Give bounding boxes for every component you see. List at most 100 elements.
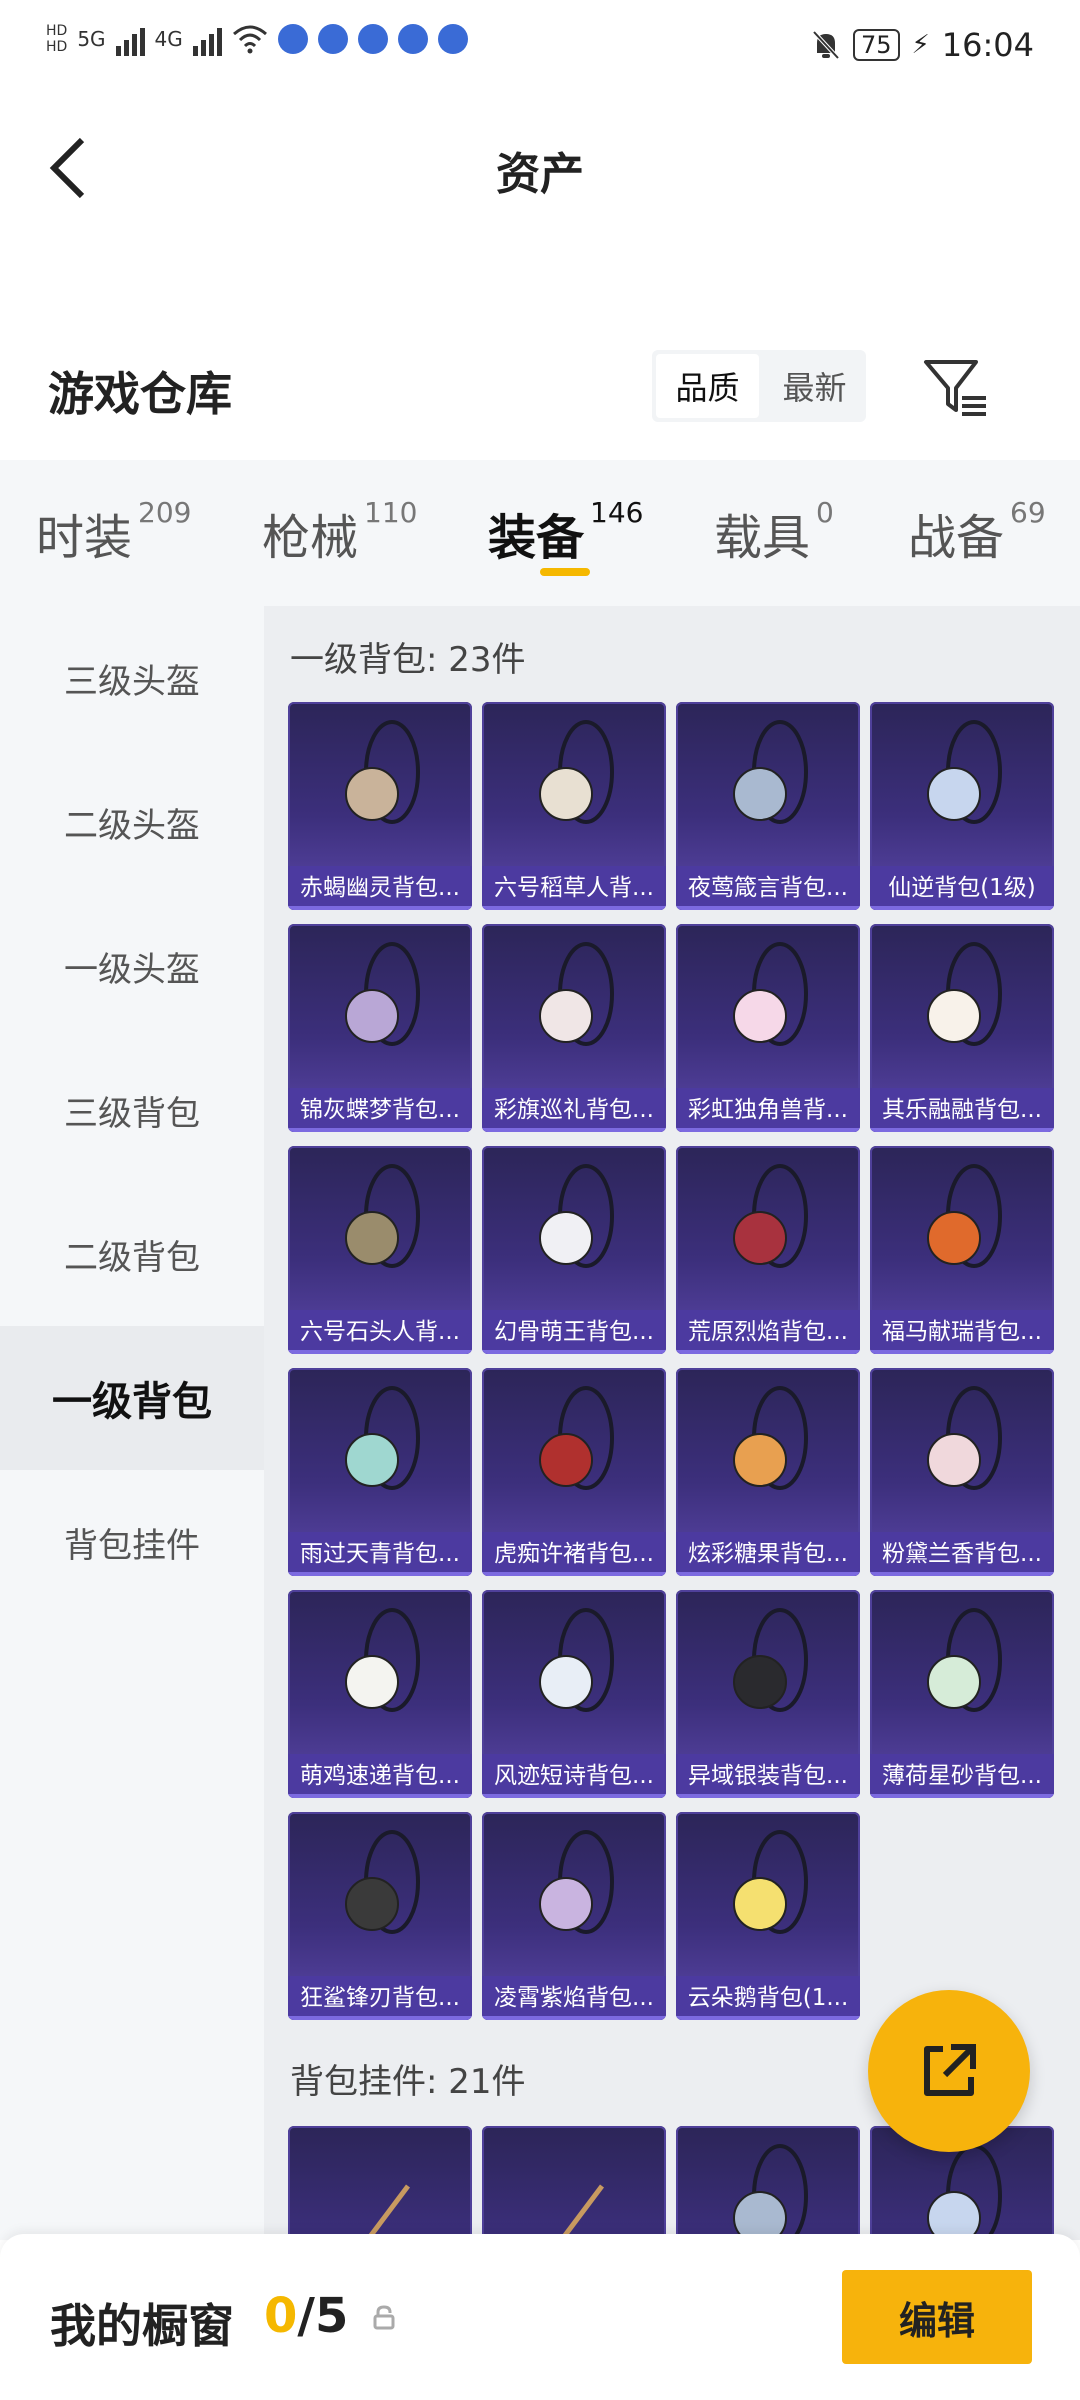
rarity-bar — [288, 906, 472, 910]
item-card[interactable]: 薄荷星砂背包... — [870, 1590, 1054, 1798]
sort-quality[interactable]: 品质 — [656, 354, 759, 418]
item-name: 六号石头人背... — [288, 1310, 472, 1354]
tab-supplies[interactable]: 战备 69 — [908, 496, 1046, 568]
backpack-icon — [539, 1386, 614, 1490]
edit-button[interactable]: 编辑 — [842, 2270, 1032, 2364]
rarity-bar — [482, 906, 666, 910]
rarity-bar — [676, 906, 860, 910]
item-card[interactable]: 雨过天青背包... — [288, 1368, 472, 1576]
item-card[interactable]: 其乐融融背包... — [870, 924, 1054, 1132]
item-card[interactable] — [676, 2126, 860, 2240]
app-notification-icon — [357, 24, 388, 54]
network-4g: 4G — [154, 27, 183, 51]
item-name: 锦灰蝶梦背包... — [288, 1088, 472, 1132]
rarity-bar — [482, 1128, 666, 1132]
tab-vehicles[interactable]: 载具 0 — [714, 496, 834, 568]
backpack-icon — [345, 1164, 420, 1268]
item-card[interactable]: 萌鸡速递背包... — [288, 1590, 472, 1798]
sidebar-item-lvl2-helmet[interactable]: 二级头盔 — [0, 750, 264, 894]
item-card[interactable]: 荒原烈焰背包... — [676, 1146, 860, 1354]
rarity-bar — [288, 1572, 472, 1576]
item-name: 荒原烈焰背包... — [676, 1310, 860, 1354]
item-card[interactable]: 六号稻草人背... — [482, 702, 666, 910]
backpack-icon — [539, 942, 614, 1046]
active-tab-indicator — [540, 568, 590, 576]
item-card[interactable]: 六号石头人背... — [288, 1146, 472, 1354]
sidebar-item-lvl3-backpack[interactable]: 三级背包 — [0, 1038, 264, 1182]
item-card[interactable]: 异域银装背包... — [676, 1590, 860, 1798]
backpack-icon — [345, 1608, 420, 1712]
tab-fashion[interactable]: 时装 209 — [36, 496, 191, 568]
section-title: 背包挂件: 21件 — [290, 2062, 526, 2102]
rarity-bar — [676, 1350, 860, 1354]
item-name: 薄荷星砂背包... — [870, 1754, 1054, 1798]
rarity-bar — [870, 1572, 1054, 1576]
backpack-icon — [733, 1386, 808, 1490]
item-name: 狂鲨锋刃背包... — [288, 1976, 472, 2020]
item-name: 萌鸡速递背包... — [288, 1754, 472, 1798]
item-card[interactable]: 凌霄紫焰背包... — [482, 1812, 666, 2020]
item-card[interactable]: 狂鲨锋刃背包... — [288, 1812, 472, 2020]
item-card[interactable]: 虎痴许褚背包... — [482, 1368, 666, 1576]
rarity-bar — [676, 1794, 860, 1798]
item-card[interactable]: 幻骨萌王背包... — [482, 1146, 666, 1354]
backpack-icon — [733, 942, 808, 1046]
share-button[interactable] — [868, 1990, 1030, 2152]
sidebar-item-lvl3-helmet[interactable]: 三级头盔 — [0, 606, 264, 750]
item-name: 夜莺箴言背包... — [676, 866, 860, 910]
backpack-icon — [364, 2184, 410, 2240]
filter-icon[interactable] — [920, 356, 992, 420]
item-card[interactable]: 云朵鹅背包(1... — [676, 1812, 860, 2020]
sort-toggle: 品质 最新 — [652, 350, 866, 422]
item-name: 粉黛兰香背包... — [870, 1532, 1054, 1576]
item-card[interactable]: 福马献瑞背包... — [870, 1146, 1054, 1354]
sidebar-item-lvl1-backpack[interactable]: 一级背包 — [0, 1326, 264, 1470]
sidebar-item-lvl2-backpack[interactable]: 二级背包 — [0, 1182, 264, 1326]
rarity-bar — [288, 1350, 472, 1354]
item-card[interactable]: 彩虹独角兽背... — [676, 924, 860, 1132]
tab-equipment[interactable]: 装备 146 — [488, 496, 643, 568]
category-tabs: 时装 209 枪械 110 装备 146 载具 0 战备 69 — [0, 460, 1080, 606]
item-name: 赤蝎幽灵背包... — [288, 866, 472, 910]
app-notification-icon — [317, 24, 348, 54]
item-card[interactable]: 锦灰蝶梦背包... — [288, 924, 472, 1132]
backpack-icon — [345, 1386, 420, 1490]
item-card[interactable]: 赤蝎幽灵背包... — [288, 702, 472, 910]
item-name: 凌霄紫焰背包... — [482, 1976, 666, 2020]
item-card[interactable]: 风迹短诗背包... — [482, 1590, 666, 1798]
item-card[interactable]: 炫彩糖果背包... — [676, 1368, 860, 1576]
item-card[interactable]: 仙逆背包(1级) — [870, 702, 1054, 910]
sidebar-item-backpack-charm[interactable]: 背包挂件 — [0, 1470, 264, 1614]
item-name: 异域银装背包... — [676, 1754, 860, 1798]
backpack-icon — [539, 1830, 614, 1934]
showcase-bar: 我的橱窗 0/5 编辑 — [0, 2234, 1080, 2400]
status-left: HD HD 5G 4G — [46, 22, 468, 56]
item-card[interactable] — [288, 2126, 472, 2240]
charging-icon: ⚡ — [911, 30, 930, 60]
item-name: 彩旗巡礼背包... — [482, 1088, 666, 1132]
backpack-icon — [345, 942, 420, 1046]
lock-icon — [373, 2305, 395, 2330]
backpack-icon — [733, 720, 808, 824]
rarity-bar — [288, 1794, 472, 1798]
backpack-icon — [927, 720, 1002, 824]
backpack-icon — [733, 2144, 808, 2240]
network-5g: 5G — [77, 27, 106, 51]
item-card[interactable]: 彩旗巡礼背包... — [482, 924, 666, 1132]
rarity-bar — [870, 1794, 1054, 1798]
tab-guns[interactable]: 枪械 110 — [262, 496, 417, 568]
backpack-icon — [539, 720, 614, 824]
sidebar-item-lvl1-helmet[interactable]: 一级头盔 — [0, 894, 264, 1038]
battery-indicator: 75 — [852, 29, 900, 61]
signal-icon — [115, 22, 145, 56]
item-card[interactable]: 夜莺箴言背包... — [676, 702, 860, 910]
item-card[interactable]: 粉黛兰香背包... — [870, 1368, 1054, 1576]
sort-latest[interactable]: 最新 — [763, 350, 866, 422]
item-card[interactable] — [482, 2126, 666, 2240]
app-notification-icon — [397, 24, 428, 54]
signal-icon-2 — [192, 22, 222, 56]
showcase-label: 我的橱窗 — [50, 2299, 234, 2353]
app-notification-icon — [277, 24, 308, 54]
rarity-bar — [288, 1128, 472, 1132]
backpack-icon — [558, 2184, 604, 2240]
